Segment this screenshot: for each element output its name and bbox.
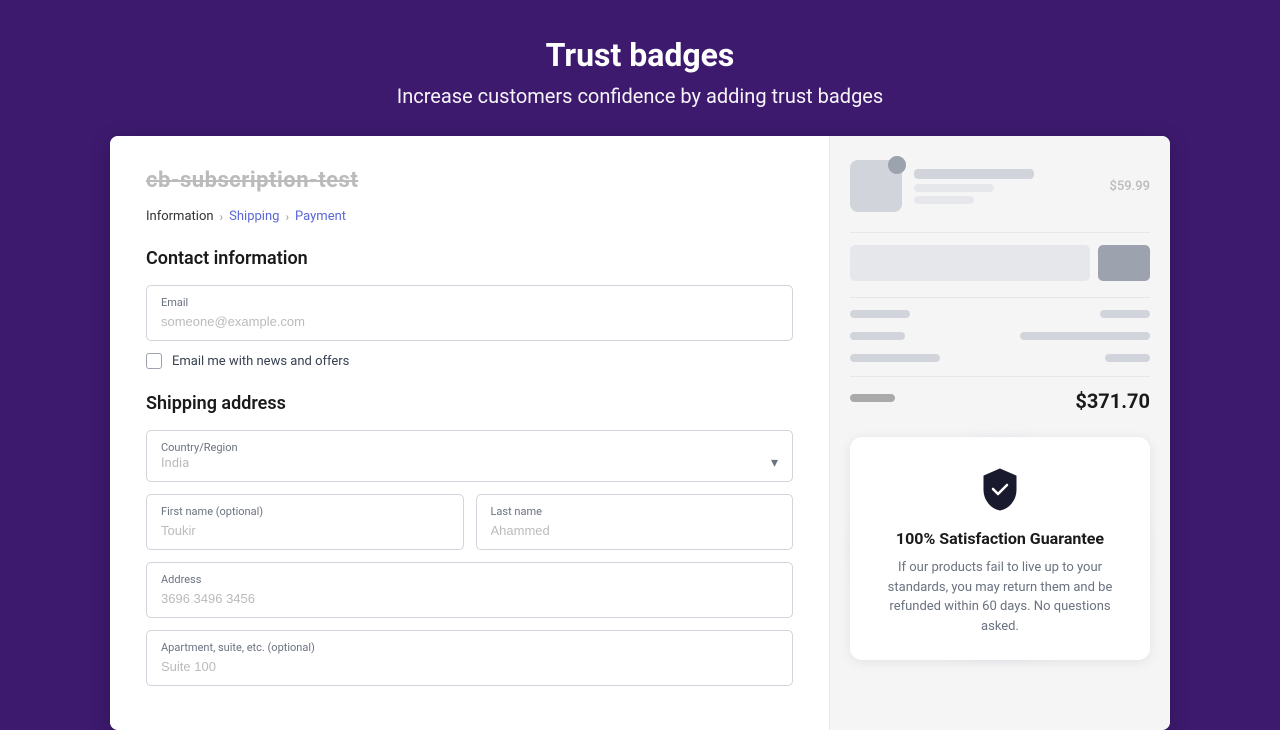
address-input[interactable] bbox=[161, 591, 778, 606]
contact-section-title: Contact information bbox=[146, 248, 793, 269]
first-name-label: First name (optional) bbox=[161, 505, 449, 518]
shipping-label-blurred bbox=[850, 332, 905, 340]
breadcrumb-sep-1: › bbox=[220, 210, 224, 224]
discount-label-blurred bbox=[850, 354, 940, 362]
order-item: $59.99 bbox=[850, 160, 1150, 212]
apt-input[interactable] bbox=[161, 659, 778, 674]
breadcrumb: Information › Shipping › Payment bbox=[146, 209, 793, 224]
newsletter-checkbox-row: Email me with news and offers bbox=[146, 353, 793, 369]
hero-section: Trust badges Increase customers confiden… bbox=[377, 0, 903, 136]
right-panel: $59.99 $371.70 bbox=[830, 136, 1170, 730]
country-select[interactable]: Country/Region India ▾ bbox=[146, 430, 793, 482]
trust-badge-title: 100% Satisfaction Guarantee bbox=[874, 529, 1126, 548]
coupon-row bbox=[850, 245, 1150, 281]
breadcrumb-sep-2: › bbox=[285, 210, 289, 224]
total-label-blurred bbox=[850, 394, 895, 402]
item-thumbnail bbox=[850, 160, 902, 212]
item-details bbox=[914, 169, 1097, 204]
hero-subtitle: Increase customers confidence by adding … bbox=[397, 84, 883, 108]
subtotal-value-blurred bbox=[1100, 310, 1150, 318]
shield-checkmark-icon bbox=[976, 465, 1024, 513]
last-name-input[interactable] bbox=[491, 523, 779, 538]
discount-row bbox=[850, 354, 1150, 368]
subtotal-label-blurred bbox=[850, 310, 910, 318]
coupon-apply-button[interactable] bbox=[1098, 245, 1150, 281]
country-label: Country/Region bbox=[161, 441, 771, 454]
email-input[interactable] bbox=[161, 314, 778, 329]
subtotal-row bbox=[850, 310, 1150, 324]
shipping-row bbox=[850, 332, 1150, 346]
newsletter-label: Email me with news and offers bbox=[172, 354, 349, 369]
last-name-field: Last name bbox=[476, 494, 794, 550]
newsletter-checkbox[interactable] bbox=[146, 353, 162, 369]
last-name-label: Last name bbox=[491, 505, 779, 518]
shield-icon-wrapper bbox=[874, 465, 1126, 517]
shipping-value-blurred bbox=[1020, 332, 1150, 340]
address-field: Address bbox=[146, 562, 793, 618]
name-row: First name (optional) Last name bbox=[146, 494, 793, 550]
country-value: India bbox=[161, 456, 771, 471]
first-name-input[interactable] bbox=[161, 523, 449, 538]
main-container: cb-subscription-test Information › Shipp… bbox=[110, 136, 1170, 730]
apt-field: Apartment, suite, etc. (optional) bbox=[146, 630, 793, 686]
divider-2 bbox=[850, 297, 1150, 298]
item-sub1-blurred bbox=[914, 184, 994, 192]
divider-1 bbox=[850, 232, 1150, 233]
item-price: $59.99 bbox=[1109, 179, 1150, 194]
email-label: Email bbox=[161, 296, 778, 309]
trust-badge-card: 100% Satisfaction Guarantee If our produ… bbox=[850, 437, 1150, 660]
email-field-wrapper: Email bbox=[146, 285, 793, 341]
trust-badge-wrapper: 100% Satisfaction Guarantee If our produ… bbox=[850, 437, 1150, 660]
country-chevron-icon: ▾ bbox=[771, 455, 778, 471]
item-name-blurred bbox=[914, 169, 1034, 179]
breadcrumb-shipping[interactable]: Shipping bbox=[229, 209, 279, 224]
breadcrumb-payment[interactable]: Payment bbox=[295, 209, 346, 224]
item-sub2-blurred bbox=[914, 196, 974, 204]
shipping-section-title: Shipping address bbox=[146, 393, 793, 414]
apt-label: Apartment, suite, etc. (optional) bbox=[161, 641, 778, 654]
first-name-field: First name (optional) bbox=[146, 494, 464, 550]
trust-badge-text: If our products fail to live up to your … bbox=[874, 558, 1126, 636]
coupon-input[interactable] bbox=[850, 245, 1090, 281]
shipping-section: Shipping address Country/Region India ▾ … bbox=[146, 393, 793, 686]
left-panel: cb-subscription-test Information › Shipp… bbox=[110, 136, 830, 730]
total-value: $371.70 bbox=[1075, 389, 1150, 413]
breadcrumb-information[interactable]: Information bbox=[146, 209, 214, 224]
hero-title: Trust badges bbox=[397, 36, 883, 74]
store-name: cb-subscription-test bbox=[146, 168, 793, 193]
discount-value-blurred bbox=[1105, 354, 1150, 362]
address-label: Address bbox=[161, 573, 778, 586]
total-row: $371.70 bbox=[850, 376, 1150, 421]
